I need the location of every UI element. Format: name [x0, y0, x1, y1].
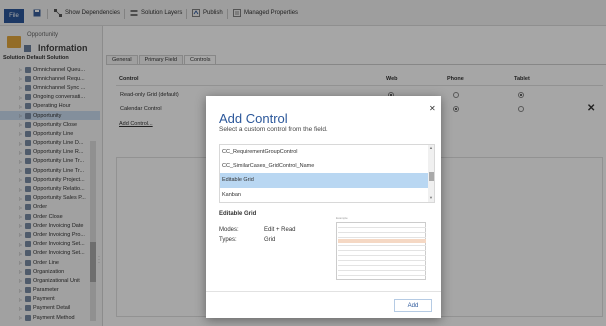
- control-list-item[interactable]: CC_RequirementGroupControl: [220, 145, 434, 159]
- preview-row: [338, 245, 426, 246]
- preview-row: [338, 275, 426, 276]
- modes-label: Modes:: [219, 227, 239, 233]
- control-list-item[interactable]: CC_SimilarCases_GridControl_Name: [220, 159, 434, 173]
- preview-row: [338, 250, 426, 251]
- control-list-item[interactable]: Editable Grid: [220, 173, 434, 188]
- preview-row: [338, 232, 426, 233]
- preview-highlight-row: [338, 239, 426, 243]
- preview-row: [338, 237, 426, 238]
- scroll-up-icon[interactable]: ▲: [429, 145, 433, 150]
- dialog-subtitle: Select a custom control from the field.: [219, 126, 328, 133]
- control-preview-image: Example: [336, 216, 426, 280]
- preview-row: [338, 255, 426, 256]
- scroll-down-icon[interactable]: ▼: [429, 195, 433, 200]
- control-list-item[interactable]: Kanban: [220, 188, 434, 202]
- types-label: Types:: [219, 237, 237, 243]
- control-list-scroll-thumb[interactable]: [429, 172, 434, 181]
- modes-value: Edit + Read: [264, 227, 296, 233]
- preview-row: [338, 265, 426, 266]
- preview-row: [338, 270, 426, 271]
- dialog-footer-divider: [206, 291, 441, 292]
- add-button[interactable]: Add: [394, 299, 432, 312]
- dialog-title: Add Control: [219, 111, 288, 126]
- control-list: CC_RequirementGroupControl CC_SimilarCase…: [219, 144, 435, 203]
- close-icon[interactable]: ✕: [429, 104, 436, 113]
- preview-row: [338, 260, 426, 261]
- preview-row: [338, 227, 426, 228]
- preview-caption: Example: [336, 216, 348, 220]
- preview-grid: [336, 222, 426, 280]
- add-control-dialog: Add Control Select a custom control from…: [206, 96, 441, 318]
- types-value: Grid: [264, 237, 276, 243]
- selected-control-name: Editable Grid: [219, 211, 257, 217]
